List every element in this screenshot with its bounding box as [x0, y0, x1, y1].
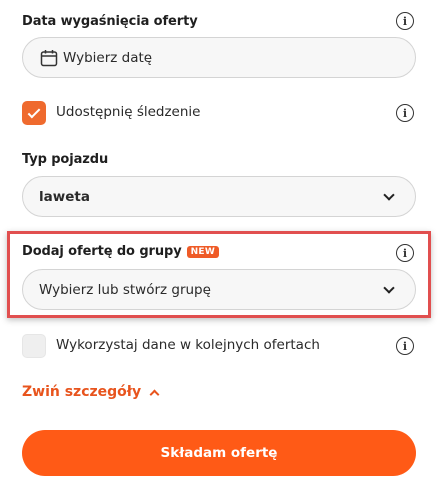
expiry-date-placeholder: Wybierz datę — [63, 49, 153, 66]
tracking-checkbox[interactable] — [22, 101, 46, 125]
reuse-data-label: Wykorzystaj dane w kolejnych ofertach — [56, 337, 320, 353]
reuse-data-checkbox[interactable] — [22, 334, 46, 358]
expiry-date-picker[interactable]: Wybierz datę — [22, 37, 416, 78]
group-label: Dodaj ofertę do grupy — [22, 244, 182, 259]
group-select-placeholder: Wybierz lub stwórz grupę — [39, 281, 211, 298]
expiry-info-icon[interactable]: i — [396, 12, 414, 30]
vehicle-type-value: laweta — [39, 188, 90, 205]
new-badge: NEW — [186, 245, 220, 258]
chevron-up-icon — [149, 389, 160, 399]
calendar-icon — [40, 49, 58, 66]
chevron-down-icon — [383, 188, 395, 201]
group-info-icon[interactable]: i — [396, 244, 414, 262]
vehicle-type-label: Typ pojazdu — [22, 152, 109, 167]
expiry-label: Data wygaśnięcia oferty — [22, 14, 198, 29]
group-select[interactable]: Wybierz lub stwórz grupę — [22, 269, 416, 310]
reuse-info-icon[interactable]: i — [396, 337, 414, 355]
submit-offer-button[interactable]: Składam ofertę — [22, 430, 416, 476]
collapse-details-label: Zwiń szczegóły — [22, 384, 142, 400]
tracking-info-icon[interactable]: i — [396, 104, 414, 122]
tracking-label: Udostępnię śledzenie — [56, 104, 201, 120]
checkmark-icon — [27, 105, 41, 118]
chevron-down-icon — [383, 281, 395, 294]
group-label-row: Dodaj ofertę do grupy NEW — [22, 244, 220, 259]
collapse-details-link[interactable]: Zwiń szczegóły — [22, 384, 160, 400]
vehicle-type-select[interactable]: laweta — [22, 176, 416, 217]
